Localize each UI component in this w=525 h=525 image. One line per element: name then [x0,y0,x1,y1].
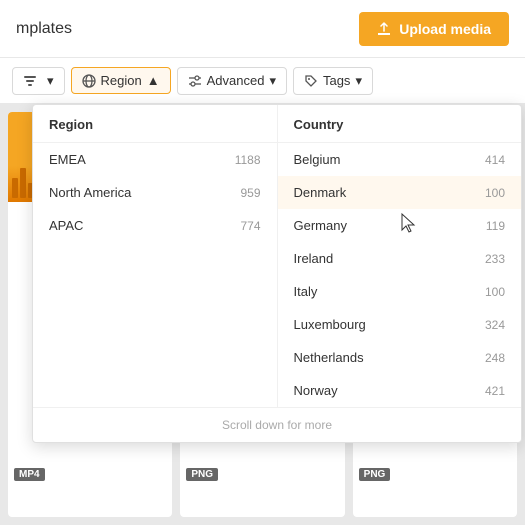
region-item-north-america[interactable]: North America 959 [33,176,277,209]
upload-icon [377,22,391,36]
region-na-count: 959 [240,186,260,200]
country-luxembourg-count: 324 [485,318,505,332]
filter-region-button[interactable]: Region ▲ [71,67,171,94]
country-item-luxembourg[interactable]: Luxembourg 324 [278,308,522,341]
region-dropdown: Region EMEA 1188 North America 959 APAC … [32,104,522,443]
region-apac-label: APAC [49,218,83,233]
country-item-germany[interactable]: Germany 119 [278,209,522,242]
country-ireland-count: 233 [485,252,505,266]
country-germany-count: 119 [486,219,505,233]
upload-media-label: Upload media [399,21,491,37]
country-belgium-count: 414 [485,153,505,167]
country-netherlands-label: Netherlands [294,350,364,365]
filter-region-chevron: ▲ [147,73,160,88]
filter-region-label: Region [101,73,142,88]
country-belgium-label: Belgium [294,152,341,167]
filter-tags-chevron: ▾ [355,73,362,89]
card-3-badge: PNG [359,468,391,481]
page-title: mplates [16,20,72,38]
filter-tags-label: Tags [323,73,350,88]
dropdown-columns: Region EMEA 1188 North America 959 APAC … [33,105,521,407]
filter-advanced-label: Advanced [207,73,265,88]
upload-media-button[interactable]: Upload media [359,12,509,46]
country-netherlands-count: 248 [485,351,505,365]
region-item-apac[interactable]: APAC 774 [33,209,277,242]
header: mplates Upload media [0,0,525,58]
globe-icon [82,74,96,88]
type-filter-icon [23,74,37,88]
region-column: Region EMEA 1188 North America 959 APAC … [33,105,278,407]
scroll-hint: Scroll down for more [33,407,521,442]
country-norway-label: Norway [294,383,338,398]
filter-tags-button[interactable]: Tags ▾ [293,67,373,95]
region-item-emea[interactable]: EMEA 1188 [33,143,277,176]
country-norway-count: 421 [485,384,505,398]
filter-advanced-chevron: ▾ [269,73,276,89]
filter-advanced-button[interactable]: Advanced ▾ [177,67,287,95]
country-germany-label: Germany [294,218,347,233]
country-italy-label: Italy [294,284,318,299]
country-item-netherlands[interactable]: Netherlands 248 [278,341,522,374]
country-luxembourg-label: Luxembourg [294,317,366,332]
sliders-icon [188,74,202,88]
country-denmark-label: Denmark [294,185,347,200]
region-emea-count: 1188 [235,153,261,167]
country-denmark-count: 100 [485,186,505,200]
country-item-italy[interactable]: Italy 100 [278,275,522,308]
country-item-ireland[interactable]: Ireland 233 [278,242,522,275]
region-emea-label: EMEA [49,152,86,167]
filter-type-chevron: ▾ [47,73,54,89]
country-item-norway[interactable]: Norway 421 [278,374,522,407]
country-italy-count: 100 [485,285,505,299]
card-1-badge: MP4 [14,468,45,481]
country-col-header: Country [278,105,522,143]
country-item-belgium[interactable]: Belgium 414 [278,143,522,176]
region-na-label: North America [49,185,131,200]
card-2-badge: PNG [186,468,218,481]
region-col-header: Region [33,105,277,143]
filter-bar: ▾ Region ▲ Advanced ▾ Tags ▾ [0,58,525,104]
country-item-denmark[interactable]: Denmark 100 [278,176,522,209]
region-apac-count: 774 [240,219,260,233]
country-column: Country Belgium 414 Denmark 100 Germany … [278,105,522,407]
tag-icon [304,74,318,88]
country-ireland-label: Ireland [294,251,334,266]
filter-type-button[interactable]: ▾ [12,67,65,95]
